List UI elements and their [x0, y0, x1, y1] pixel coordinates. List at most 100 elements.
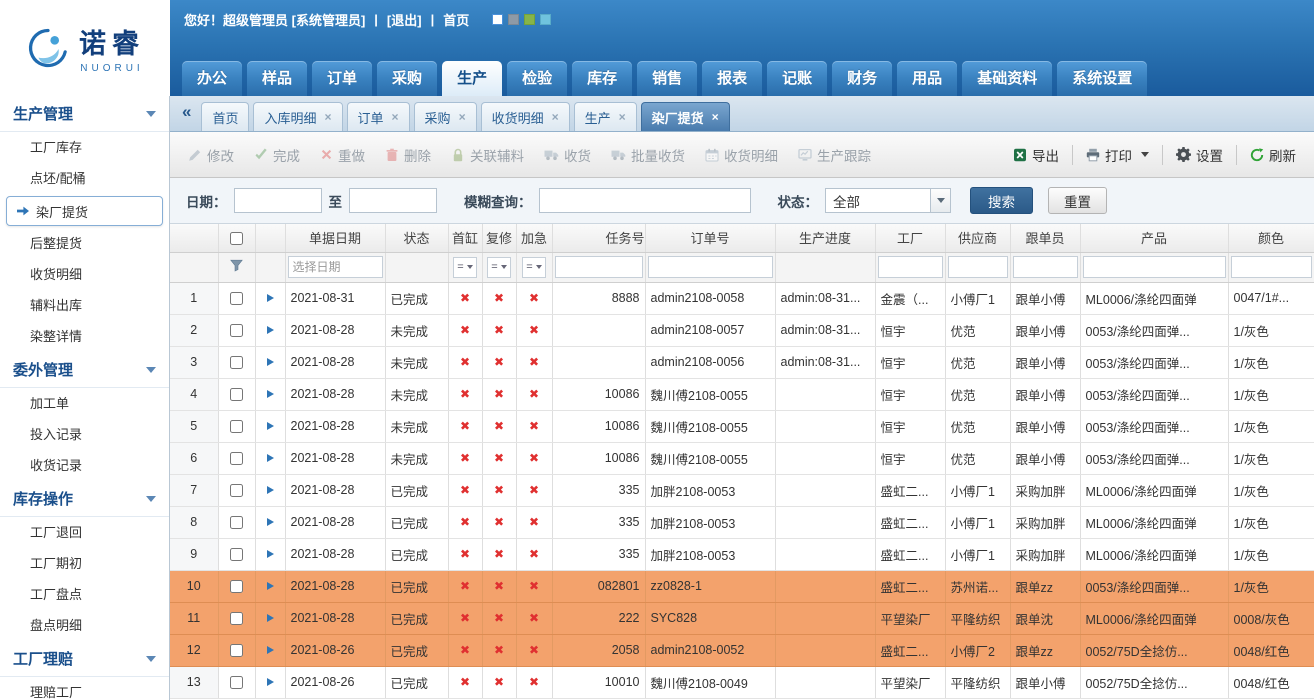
col-header-product[interactable]: 产品: [1080, 224, 1228, 252]
table-row[interactable]: 22021-08-28未完成✖✖✖admin2108-0057admin:08-…: [170, 314, 1314, 346]
sidebar-item-1-1[interactable]: 投入记录: [0, 419, 169, 450]
col-header-order[interactable]: 订单号: [645, 224, 775, 252]
filter-input-order[interactable]: [648, 256, 773, 278]
nav-item-5[interactable]: 检验: [507, 61, 567, 96]
col-header-merch[interactable]: 跟单员: [1010, 224, 1080, 252]
col-header-task[interactable]: 任务号: [552, 224, 645, 252]
table-row[interactable]: 12021-08-31已完成✖✖✖8888admin2108-0058admin…: [170, 282, 1314, 314]
expand-row-icon[interactable]: [267, 582, 274, 590]
date-to-input[interactable]: [349, 188, 437, 213]
tab-close-icon[interactable]: ×: [392, 110, 399, 124]
row-checkbox[interactable]: [230, 452, 243, 465]
settings-button[interactable]: 设置: [1166, 139, 1233, 171]
expand-row-icon[interactable]: [267, 614, 274, 622]
sidebar-section-3[interactable]: 工厂理赔: [0, 641, 169, 677]
expand-row-icon[interactable]: [267, 646, 274, 654]
table-row[interactable]: 92021-08-28已完成✖✖✖335加胖2108-0053盛虹二...小傅厂…: [170, 538, 1314, 570]
sidebar-item-0-3[interactable]: 后整提货: [0, 228, 169, 259]
tab-1[interactable]: 入库明细×: [253, 102, 342, 131]
nav-item-9[interactable]: 记账: [767, 61, 827, 96]
filter-input-merch[interactable]: [1013, 256, 1078, 278]
sidebar-item-2-3[interactable]: 盘点明细: [0, 610, 169, 641]
row-checkbox[interactable]: [230, 516, 243, 529]
tab-4[interactable]: 收货明细×: [481, 102, 570, 131]
print-button[interactable]: 打印: [1076, 139, 1159, 171]
col-header-date[interactable]: 单据日期: [285, 224, 385, 252]
col-header-first[interactable]: 首缸: [448, 224, 482, 252]
sidebar-item-0-0[interactable]: 工厂库存: [0, 132, 169, 163]
expand-row-icon[interactable]: [267, 294, 274, 302]
sidebar-item-0-5[interactable]: 辅料出库: [0, 290, 169, 321]
select-all-checkbox[interactable]: [230, 232, 243, 245]
sidebar-section-0[interactable]: 生产管理: [0, 96, 169, 132]
table-row[interactable]: 122021-08-26已完成✖✖✖2058admin2108-0052盛虹二.…: [170, 634, 1314, 666]
nav-item-1[interactable]: 样品: [247, 61, 307, 96]
row-checkbox[interactable]: [230, 580, 243, 593]
table-row[interactable]: 82021-08-28已完成✖✖✖335加胖2108-0053盛虹二...小傅厂…: [170, 506, 1314, 538]
table-row[interactable]: 62021-08-28未完成✖✖✖10086魏川傅2108-0055恒宇优范跟单…: [170, 442, 1314, 474]
search-button[interactable]: 搜索: [970, 187, 1033, 214]
filter-input-color[interactable]: [1231, 256, 1312, 278]
table-row[interactable]: 132021-08-26已完成✖✖✖10010魏川傅2108-0049平望染厂平…: [170, 666, 1314, 698]
theme-gray-swatch[interactable]: [508, 14, 519, 25]
row-checkbox[interactable]: [230, 612, 243, 625]
tab-5[interactable]: 生产×: [574, 102, 637, 131]
filter-input-factory[interactable]: [878, 256, 943, 278]
nav-item-12[interactable]: 基础资料: [962, 61, 1052, 96]
nav-item-10[interactable]: 财务: [832, 61, 892, 96]
row-checkbox[interactable]: [230, 548, 243, 561]
logout-link[interactable]: [退出]: [387, 10, 422, 29]
col-header-factory[interactable]: 工厂: [875, 224, 945, 252]
status-select[interactable]: 全部: [825, 188, 951, 213]
sidebar-item-0-4[interactable]: 收货明细: [0, 259, 169, 290]
tab-scroll-left[interactable]: «: [176, 102, 197, 125]
filter-input-product[interactable]: [1083, 256, 1226, 278]
row-checkbox[interactable]: [230, 388, 243, 401]
tab-3[interactable]: 采购×: [414, 102, 477, 131]
table-row[interactable]: 32021-08-28未完成✖✖✖admin2108-0056admin:08-…: [170, 346, 1314, 378]
col-header-supplier[interactable]: 供应商: [945, 224, 1010, 252]
filter-funnel-icon[interactable]: [230, 259, 243, 272]
sidebar-item-2-0[interactable]: 工厂退回: [0, 517, 169, 548]
date-from-input[interactable]: [234, 188, 322, 213]
sidebar-item-0-6[interactable]: 染整详情: [0, 321, 169, 352]
col-header-color[interactable]: 颜色: [1228, 224, 1314, 252]
filter-date-input[interactable]: [288, 256, 383, 278]
expand-row-icon[interactable]: [267, 390, 274, 398]
export-button[interactable]: 导出: [1003, 139, 1069, 171]
theme-default-swatch[interactable]: [492, 14, 503, 25]
nav-item-4[interactable]: 生产: [442, 61, 502, 96]
sidebar-item-3-0[interactable]: 理赔工厂: [0, 677, 169, 700]
tab-close-icon[interactable]: ×: [459, 110, 466, 124]
sidebar-section-1[interactable]: 委外管理: [0, 352, 169, 388]
tab-close-icon[interactable]: ×: [325, 110, 332, 124]
expand-row-icon[interactable]: [267, 358, 274, 366]
col-header-status[interactable]: 状态: [385, 224, 448, 252]
row-checkbox[interactable]: [230, 292, 243, 305]
row-checkbox[interactable]: [230, 484, 243, 497]
nav-item-11[interactable]: 用品: [897, 61, 957, 96]
nav-item-6[interactable]: 库存: [572, 61, 632, 96]
theme-green-swatch[interactable]: [524, 14, 535, 25]
theme-cyan-swatch[interactable]: [540, 14, 551, 25]
expand-row-icon[interactable]: [267, 678, 274, 686]
sidebar-item-2-1[interactable]: 工厂期初: [0, 548, 169, 579]
tab-close-icon[interactable]: ×: [619, 110, 626, 124]
sidebar-item-1-0[interactable]: 加工单: [0, 388, 169, 419]
expand-row-icon[interactable]: [267, 550, 274, 558]
expand-row-icon[interactable]: [267, 518, 274, 526]
table-row[interactable]: 42021-08-28未完成✖✖✖10086魏川傅2108-0055恒宇优范跟单…: [170, 378, 1314, 410]
reset-button[interactable]: 重置: [1048, 187, 1107, 214]
table-row[interactable]: 72021-08-28已完成✖✖✖335加胖2108-0053盛虹二...小傅厂…: [170, 474, 1314, 506]
filter-operator-urgent[interactable]: =: [522, 257, 545, 278]
expand-row-icon[interactable]: [267, 486, 274, 494]
col-header-urgent[interactable]: 加急: [516, 224, 552, 252]
sidebar-item-0-2[interactable]: 染厂提货: [6, 196, 163, 226]
row-checkbox[interactable]: [230, 324, 243, 337]
refresh-button[interactable]: 刷新: [1240, 139, 1306, 171]
col-header-progress[interactable]: 生产进度: [775, 224, 875, 252]
table-row[interactable]: 102021-08-28已完成✖✖✖082801zz0828-1盛虹二...苏州…: [170, 570, 1314, 602]
tab-6[interactable]: 染厂提货×: [641, 102, 730, 131]
nav-item-8[interactable]: 报表: [702, 61, 762, 96]
expand-row-icon[interactable]: [267, 326, 274, 334]
